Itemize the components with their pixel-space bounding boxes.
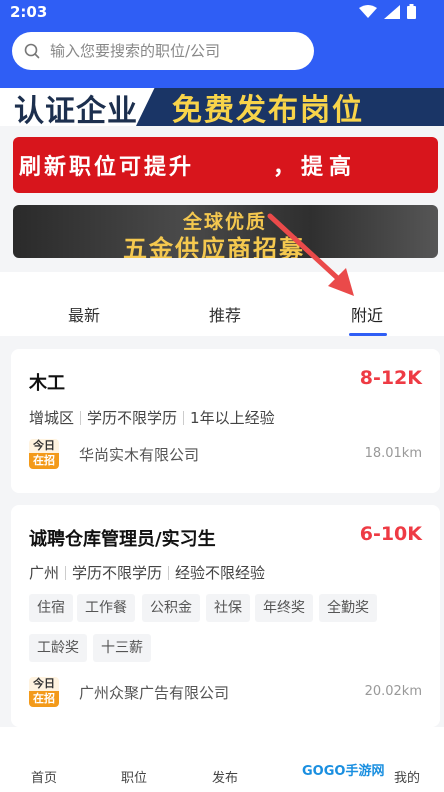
battery-icon xyxy=(407,4,416,19)
benefit-tag: 社保 xyxy=(206,594,250,622)
nav-profile[interactable]: 我的 xyxy=(394,767,420,786)
job-experience: 1年以上经验 xyxy=(190,409,275,427)
job-info: 增城区 学历不限学历 1年以上经验 xyxy=(29,407,275,428)
search-input[interactable] xyxy=(48,41,292,61)
job-education: 学历不限学历 xyxy=(87,409,178,427)
job-education: 学历不限学历 xyxy=(72,564,163,582)
hiring-today-badge: 今日 在招 xyxy=(29,439,59,469)
badge-bottom-text: 在招 xyxy=(29,453,59,469)
status-icons xyxy=(359,4,416,19)
job-tabs: 最新 推荐 附近 xyxy=(0,272,444,336)
tab-recommended[interactable]: 推荐 xyxy=(209,302,241,326)
banner1-right-text: 免费发布岗位 xyxy=(172,93,364,126)
tab-latest[interactable]: 最新 xyxy=(68,302,100,326)
job-location: 广州 xyxy=(29,564,60,582)
banner2-right-text: ，提高 xyxy=(273,155,358,180)
job-card[interactable]: 木工 8-12K 增城区 学历不限学历 1年以上经验 今日 在招 华尚实木有限公… xyxy=(11,349,440,493)
hiring-today-badge: 今日 在招 xyxy=(29,677,59,707)
job-card[interactable]: 诚聘仓库管理员/实习生 6-10K 广州 学历不限学历 经验不限经验 住宿 工作… xyxy=(11,505,440,727)
job-info: 广州 学历不限学历 经验不限经验 xyxy=(29,562,265,583)
job-title: 诚聘仓库管理员/实习生 xyxy=(29,529,216,550)
benefit-tag: 十三薪 xyxy=(93,634,151,662)
tab-nearby[interactable]: 附近 xyxy=(351,302,383,326)
banner-supplier[interactable]: 全球优质 五金供应商招募 xyxy=(13,205,438,258)
badge-bottom-text: 在招 xyxy=(29,691,59,707)
benefit-tag: 公积金 xyxy=(142,594,200,622)
job-experience: 经验不限经验 xyxy=(175,564,266,582)
nav-post[interactable]: 发布 xyxy=(212,767,238,786)
job-salary: 6-10K xyxy=(359,523,422,545)
banner3-line2: 五金供应商招募 xyxy=(123,235,305,258)
divider xyxy=(183,410,185,425)
divider xyxy=(168,565,170,580)
nav-home[interactable]: 首页 xyxy=(31,767,57,786)
badge-top-text: 今日 xyxy=(29,439,59,453)
benefit-tag: 年终奖 xyxy=(255,594,313,622)
banner-free-post[interactable]: 认证企业 免费发布岗位 xyxy=(0,88,444,126)
banner-refresh[interactable]: 刷新职位可提升 ，提高 xyxy=(13,137,438,193)
job-title: 木工 xyxy=(29,373,65,394)
job-distance: 18.01km xyxy=(364,446,422,461)
benefit-tag: 全勤奖 xyxy=(319,594,377,622)
benefit-tag: 住宿 xyxy=(29,594,73,622)
job-location: 增城区 xyxy=(29,409,75,427)
job-salary: 8-12K xyxy=(359,367,422,389)
banner1-left-text: 认证企业 xyxy=(14,94,138,126)
status-time: 2:03 xyxy=(10,3,48,21)
app-header: 2:03 xyxy=(0,0,444,88)
benefit-tag: 工龄奖 xyxy=(29,634,87,662)
banner1-right-panel: 免费发布岗位 xyxy=(136,88,444,126)
job-distance: 20.02km xyxy=(364,684,422,699)
company-name: 广州众聚广告有限公司 xyxy=(79,684,230,702)
company-name: 华尚实木有限公司 xyxy=(79,446,200,464)
nav-jobs[interactable]: 职位 xyxy=(121,767,147,786)
benefit-tag: 工作餐 xyxy=(77,594,135,622)
active-tab-indicator xyxy=(349,333,387,336)
banner2-left-text: 刷新职位可提升 xyxy=(19,155,195,180)
search-icon xyxy=(24,43,40,59)
search-bar[interactable] xyxy=(12,32,314,70)
wifi-icon xyxy=(359,4,377,18)
divider xyxy=(65,565,67,580)
divider xyxy=(80,410,82,425)
watermark-logo: GOGO手游网 xyxy=(302,760,385,779)
status-bar: 2:03 xyxy=(0,0,444,24)
signal-icon xyxy=(384,4,400,19)
badge-top-text: 今日 xyxy=(29,677,59,691)
